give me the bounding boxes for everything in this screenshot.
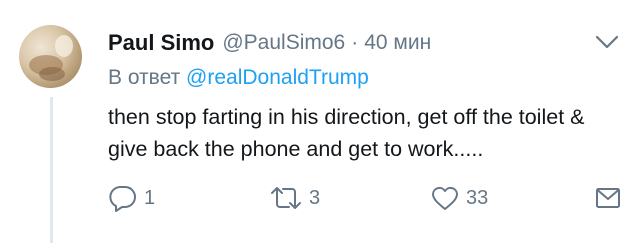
tweet-header: Paul Simo @PaulSimo6 · 40 мин <box>108 29 431 57</box>
reply-count: 1 <box>144 186 156 209</box>
display-name[interactable]: Paul Simo <box>108 30 214 56</box>
retweet-button[interactable]: 3 <box>269 184 320 212</box>
reply-context: В ответ @realDonaldTrump <box>108 66 369 90</box>
chevron-down-icon <box>595 35 619 49</box>
avatar-detail <box>55 35 73 57</box>
user-handle[interactable]: @PaulSimo6 <box>222 31 345 55</box>
avatar-detail <box>39 67 65 81</box>
retweet-icon <box>271 187 301 209</box>
like-count: 33 <box>466 186 489 209</box>
tweet-menu-button[interactable] <box>592 30 622 54</box>
heart-icon <box>432 186 458 210</box>
reply-mention-link[interactable]: @realDonaldTrump <box>186 66 369 89</box>
separator: · <box>351 31 359 54</box>
reply-button[interactable]: 1 <box>108 184 155 212</box>
envelope-icon <box>596 188 620 208</box>
avatar[interactable] <box>19 25 82 88</box>
thread-line <box>50 97 53 243</box>
like-button[interactable]: 33 <box>430 184 488 212</box>
timestamp[interactable]: 40 мин <box>364 31 431 55</box>
tweet-text: then stop farting in his direction, get … <box>108 105 585 161</box>
reply-icon <box>109 186 136 212</box>
direct-message-button[interactable] <box>594 184 622 212</box>
retweet-count: 3 <box>309 186 321 209</box>
reply-prefix: В ответ <box>108 66 181 89</box>
